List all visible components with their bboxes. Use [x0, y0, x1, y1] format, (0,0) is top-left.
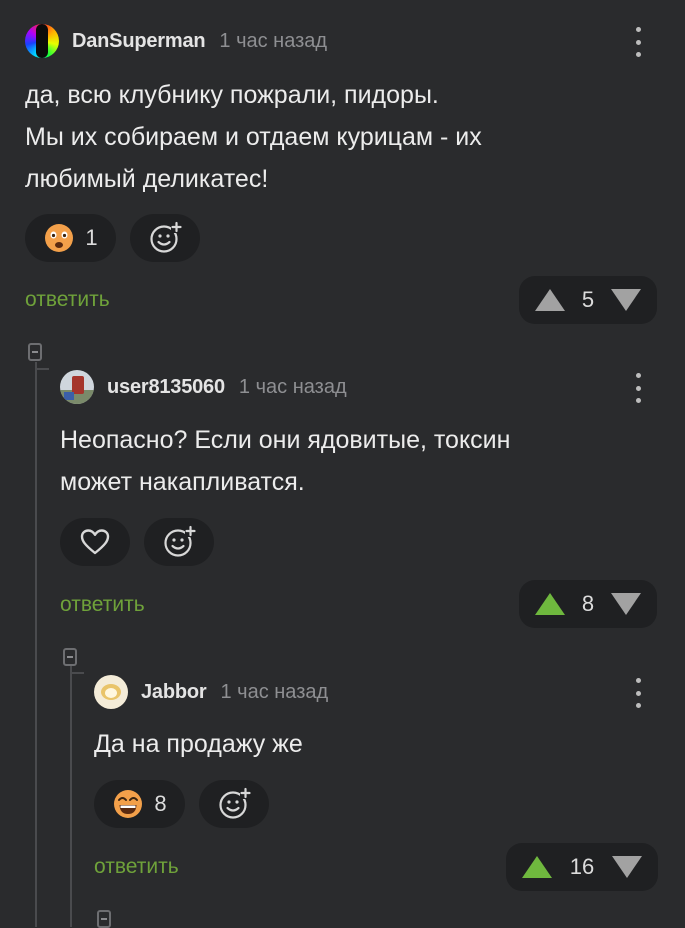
comment-header: Jabbor 1 час назад	[94, 675, 328, 709]
minus-icon	[67, 656, 73, 658]
heart-icon	[80, 529, 110, 555]
thread-line-level-1	[35, 362, 37, 927]
author-name[interactable]: DanSuperman	[72, 30, 206, 53]
comment-text: Неопасно? Если они ядовитые, токсин може…	[60, 419, 510, 503]
comment-text: Да на продажу же	[94, 723, 303, 765]
comment-header: DanSuperman 1 час назад	[25, 24, 327, 58]
vote-box: 16	[506, 843, 658, 891]
avatar[interactable]	[25, 24, 59, 58]
avatar[interactable]	[94, 675, 128, 709]
collapse-toggle-thread-2[interactable]	[63, 648, 77, 666]
thread-line-level-2	[70, 666, 72, 927]
reply-link[interactable]: ответить	[94, 855, 179, 879]
shocked-face-icon	[45, 224, 74, 252]
reaction-count: 8	[154, 791, 167, 816]
comment-text-line: да, всю клубнику пожрали, пидоры.	[25, 81, 439, 109]
comment-text-line: Да на продажу же	[94, 730, 303, 758]
upvote-arrow-icon[interactable]	[535, 289, 565, 311]
vote-box: 8	[519, 580, 657, 628]
comment-text-line: любимый деликатес!	[25, 165, 269, 193]
reaction-pill[interactable]: 8	[94, 780, 185, 828]
reaction-pill[interactable]: 1	[25, 214, 116, 262]
rating-score: 5	[581, 287, 595, 312]
comment-text-line: может накапливатся.	[60, 468, 305, 496]
vote-box: 5	[519, 276, 657, 324]
comment-time: 1 час назад	[219, 29, 328, 52]
upvote-arrow-icon[interactable]	[522, 856, 552, 878]
upvote-arrow-icon[interactable]	[535, 593, 565, 615]
minus-icon	[32, 351, 38, 353]
reply-link[interactable]: ответить	[25, 288, 110, 312]
more-options-icon[interactable]	[633, 373, 643, 403]
add-emoji-icon	[150, 221, 182, 253]
add-emoji-icon	[219, 787, 251, 819]
add-reaction-button[interactable]	[144, 518, 214, 566]
downvote-arrow-icon[interactable]	[611, 856, 642, 878]
rating-score: 8	[581, 591, 595, 616]
comment-header: user8135060 1 час назад	[60, 370, 347, 404]
comment-time: 1 час назад	[238, 375, 347, 398]
comment-text-line: Неопасно? Если они ядовитые, токсин	[60, 426, 511, 454]
comment-text-line: Мы их собираем и отдаем курицам - их	[25, 123, 482, 151]
collapse-toggle-thread-3[interactable]	[97, 910, 111, 928]
reply-link[interactable]: ответить	[60, 593, 145, 617]
comment-text: да, всю клубнику пожрали, пидоры. Мы их …	[25, 74, 482, 200]
minus-icon	[101, 918, 107, 920]
more-options-icon[interactable]	[633, 27, 643, 57]
author-name[interactable]: Jabbor	[141, 681, 207, 704]
downvote-arrow-icon[interactable]	[611, 593, 641, 615]
avatar[interactable]	[60, 370, 94, 404]
add-reaction-button[interactable]	[130, 214, 200, 262]
more-options-icon[interactable]	[633, 678, 643, 708]
collapse-toggle-thread-1[interactable]	[28, 343, 42, 361]
rating-score: 16	[569, 854, 595, 879]
downvote-arrow-icon[interactable]	[611, 289, 641, 311]
add-reaction-button[interactable]	[199, 780, 269, 828]
grinning-face-icon	[114, 790, 143, 818]
author-name[interactable]: user8135060	[107, 376, 225, 399]
like-button[interactable]	[60, 518, 130, 566]
reaction-count: 1	[85, 225, 98, 250]
thread-branch-level-2	[70, 672, 84, 674]
comment-time: 1 час назад	[220, 680, 329, 703]
add-emoji-icon	[164, 525, 196, 557]
thread-branch-level-1	[35, 368, 49, 370]
